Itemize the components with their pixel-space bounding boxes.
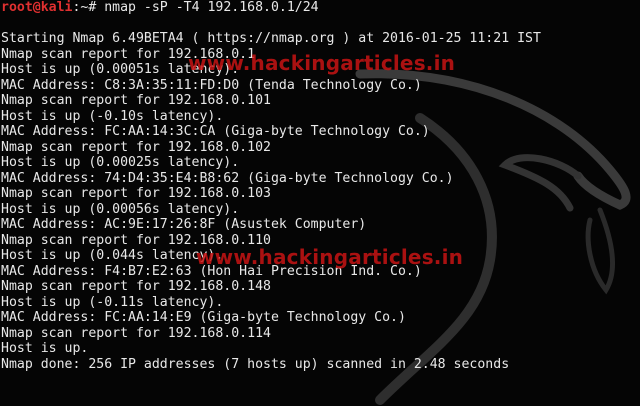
- output-line: Host is up (-0.11s latency).: [1, 294, 224, 310]
- output-line: Host is up (0.00056s latency).: [1, 201, 240, 217]
- output-line: MAC Address: AC:9E:17:26:8F (Asustek Com…: [1, 217, 367, 232]
- command-text: nmap -sP -T4 192.168.0.1/24: [104, 0, 319, 15]
- output-line: MAC Address: FC:AA:14:3C:CA (Giga-byte T…: [1, 124, 430, 139]
- output-line: Nmap done: 256 IP addresses (7 hosts up)…: [1, 356, 510, 372]
- output-line: MAC Address: C8:3A:35:11:FD:D0 (Tenda Te…: [1, 77, 422, 93]
- command-line[interactable]: root@kali:~# nmap -sP -T4 192.168.0.1/24: [1, 0, 541, 16]
- output-line: Host is up (0.00025s latency).: [1, 155, 240, 170]
- output-line: Nmap scan report for 192.168.0.101: [1, 93, 271, 108]
- watermark-top: www.hackingarticles.in: [188, 51, 456, 75]
- output-line: Nmap scan report for 192.168.0.102: [1, 139, 271, 155]
- watermark-bottom: www.hackingarticles.in: [196, 245, 464, 269]
- prompt-separator: :~#: [72, 0, 105, 15]
- output-line: Host is up (-0.10s latency).: [1, 108, 224, 124]
- output-line: Starting Nmap 6.49BETA4 ( https://nmap.o…: [1, 31, 541, 46]
- output-line: Nmap scan report for 192.168.0.114: [1, 325, 271, 341]
- output-line: Nmap scan report for 192.168.0.103: [1, 186, 271, 201]
- output-line: MAC Address: 74:D4:35:E4:B8:62 (Giga-byt…: [1, 170, 454, 186]
- terminal-window[interactable]: root@kali:~# nmap -sP -T4 192.168.0.1/24…: [0, 0, 640, 406]
- output-line: MAC Address: FC:AA:14:E9 (Giga-byte Tech…: [1, 310, 406, 325]
- output-line: Host is up.: [1, 341, 89, 356]
- prompt-user-host: root@kali: [1, 0, 73, 15]
- output-line: Nmap scan report for 192.168.0.148: [1, 279, 271, 294]
